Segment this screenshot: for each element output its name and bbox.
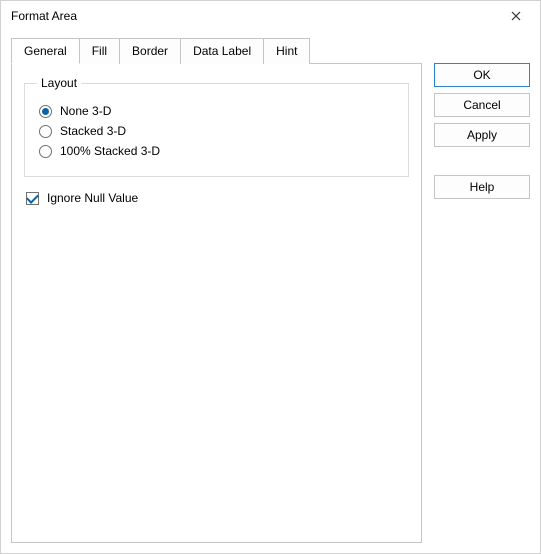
radio-label: 100% Stacked 3-D [60, 144, 160, 158]
close-icon [511, 11, 521, 21]
tab-general[interactable]: General [11, 38, 80, 64]
layout-legend: Layout [37, 76, 81, 90]
checkbox-icon [26, 192, 39, 205]
tab-hint[interactable]: Hint [263, 38, 310, 64]
tab-border[interactable]: Border [119, 38, 181, 64]
button-column: OK Cancel Apply Help [434, 37, 530, 543]
radio-label: None 3-D [60, 104, 111, 118]
ignore-null-checkbox[interactable]: Ignore Null Value [26, 191, 409, 205]
tab-label: General [24, 44, 67, 58]
tab-panel-general: Layout None 3-D Stacked 3-D 100% Stacked… [11, 63, 422, 543]
radio-icon [39, 145, 52, 158]
cancel-button[interactable]: Cancel [434, 93, 530, 117]
window-title: Format Area [11, 9, 500, 23]
tab-label: Hint [276, 44, 297, 58]
tab-data-label[interactable]: Data Label [180, 38, 264, 64]
tab-label: Fill [92, 44, 107, 58]
layout-group: Layout None 3-D Stacked 3-D 100% Stacked… [24, 76, 409, 177]
dialog-body: General Fill Border Data Label Hint Layo… [1, 31, 540, 553]
radio-none-3d[interactable]: None 3-D [39, 104, 396, 118]
titlebar: Format Area [1, 1, 540, 31]
ok-button[interactable]: OK [434, 63, 530, 87]
radio-100-stacked-3d[interactable]: 100% Stacked 3-D [39, 144, 396, 158]
apply-button[interactable]: Apply [434, 123, 530, 147]
tab-label: Border [132, 44, 168, 58]
button-label: Cancel [463, 98, 500, 112]
radio-icon [39, 105, 52, 118]
button-label: Apply [467, 128, 497, 142]
radio-stacked-3d[interactable]: Stacked 3-D [39, 124, 396, 138]
button-label: Help [470, 180, 495, 194]
help-button[interactable]: Help [434, 175, 530, 199]
main-area: General Fill Border Data Label Hint Layo… [11, 37, 422, 543]
tab-strip: General Fill Border Data Label Hint [11, 37, 422, 63]
spacer [434, 153, 530, 169]
button-label: OK [473, 68, 490, 82]
close-button[interactable] [500, 4, 532, 28]
radio-label: Stacked 3-D [60, 124, 126, 138]
radio-icon [39, 125, 52, 138]
tab-label: Data Label [193, 44, 251, 58]
checkbox-label: Ignore Null Value [47, 191, 138, 205]
tab-fill[interactable]: Fill [79, 38, 120, 64]
